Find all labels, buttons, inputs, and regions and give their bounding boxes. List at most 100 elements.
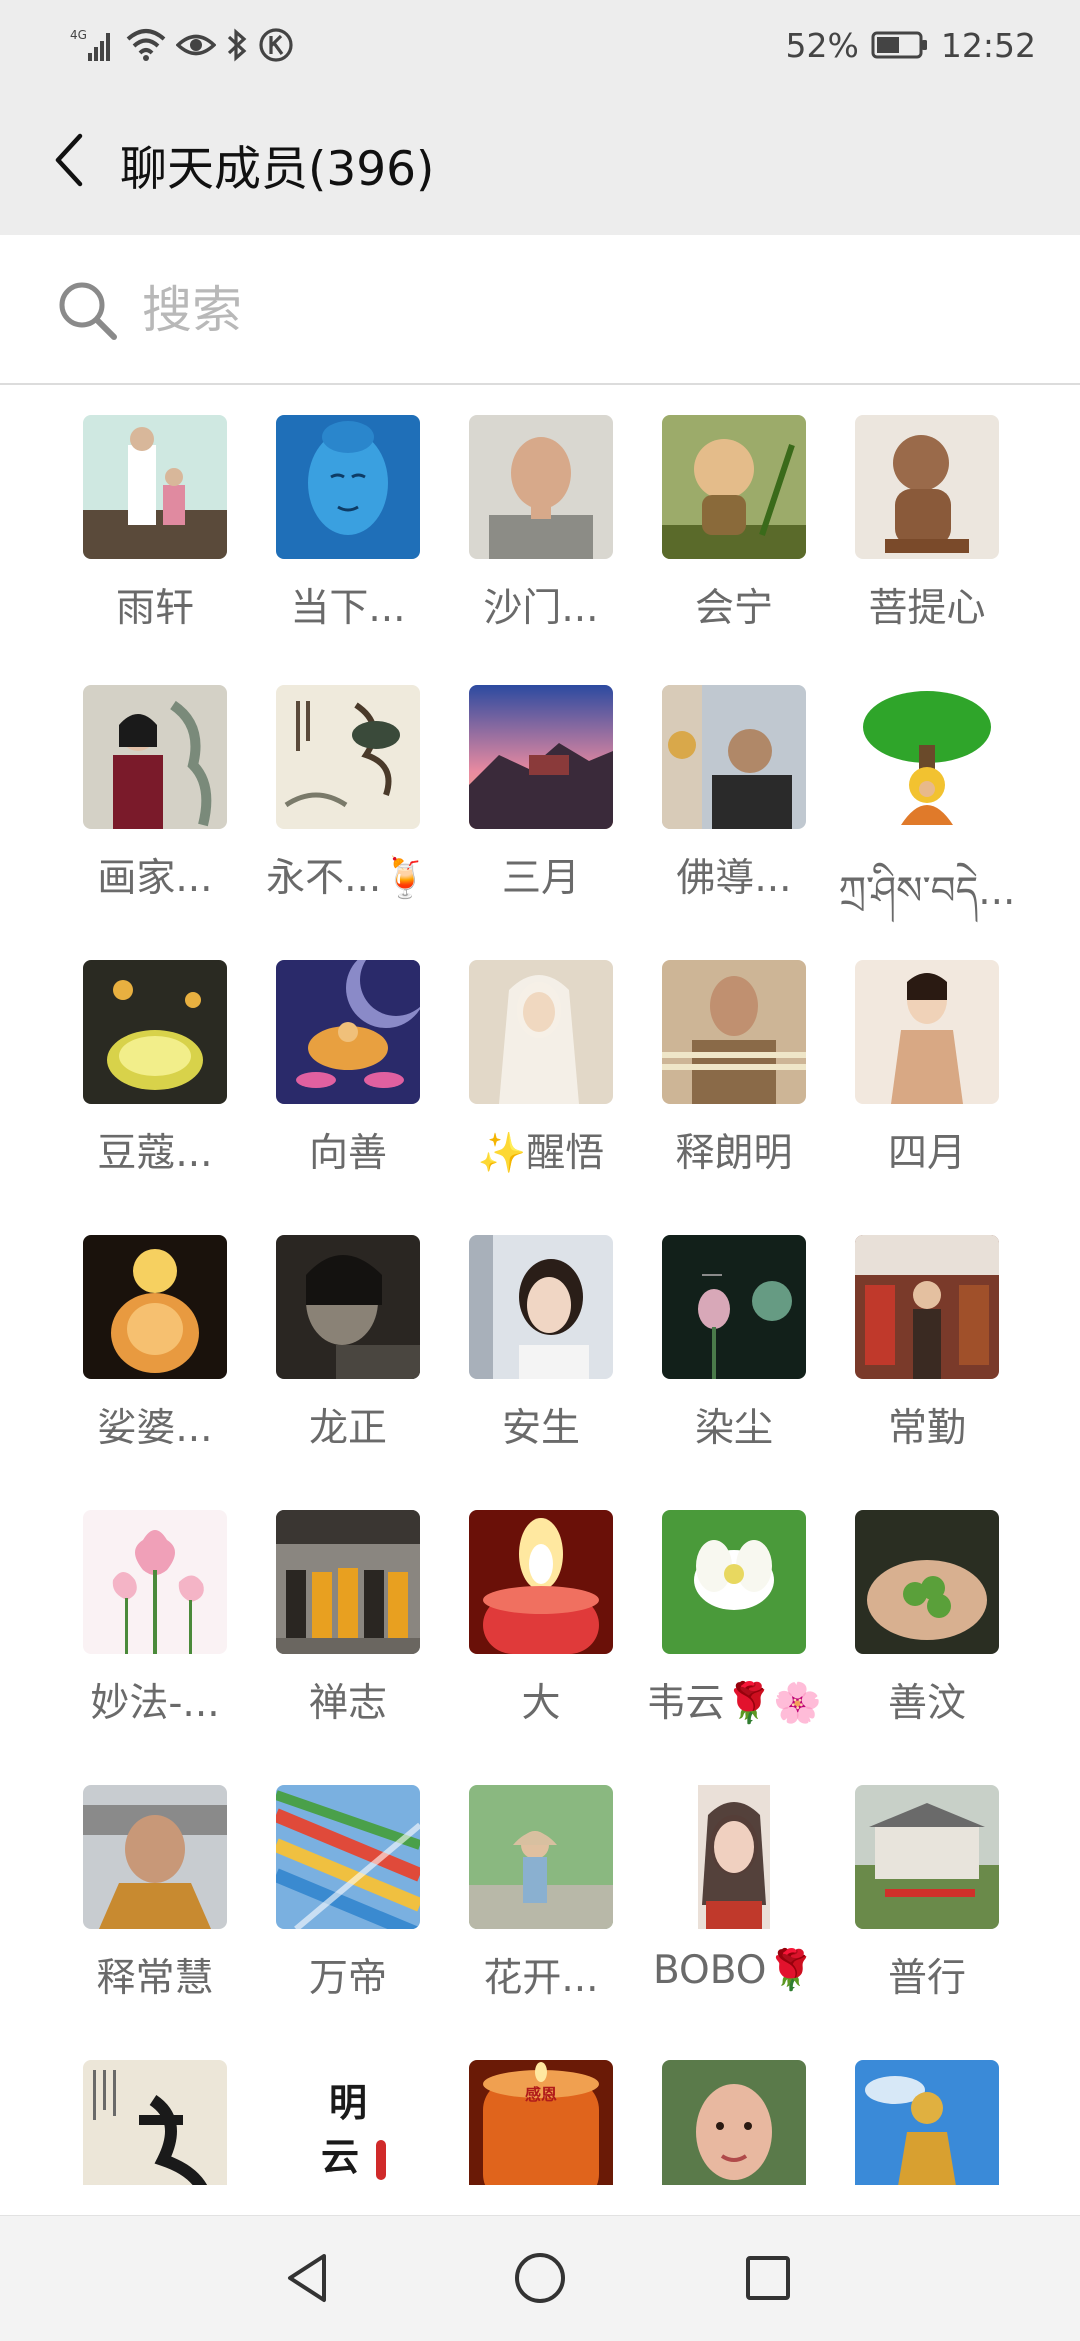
member-item[interactable]: 雨轩: [70, 415, 240, 675]
search-icon: [59, 282, 117, 340]
avatar: 感恩: [469, 2060, 613, 2185]
member-item[interactable]: 善汶: [842, 1510, 1012, 1770]
member-item[interactable]: 普行: [842, 1785, 1012, 2045]
member-name: 雨轩: [115, 586, 194, 631]
member-item[interactable]: 画家...: [70, 685, 240, 945]
member-name: BOBO🌹: [652, 1948, 816, 1993]
member-grid: 雨轩 当下... 沙门... 会宁 菩提心 画家... 永不...�: [0, 385, 1080, 2185]
avatar: [276, 1235, 420, 1379]
avatar: [276, 1510, 420, 1654]
page-title: 聊天成员(396): [120, 142, 435, 197]
member-item[interactable]: 释常慧: [70, 1785, 240, 2045]
member-item[interactable]: 染尘: [649, 1235, 819, 1495]
member-item[interactable]: BOBO🌹: [649, 1785, 819, 2045]
member-item[interactable]: 娑婆...: [70, 1235, 240, 1495]
clock: 12:52: [940, 25, 1036, 65]
member-name: 豆蔻...: [97, 1131, 213, 1176]
member-item[interactable]: ✨醒悟: [456, 960, 626, 1220]
avatar: [662, 685, 806, 829]
member-name: 沙门...: [483, 586, 599, 631]
member-item[interactable]: 菩提心: [842, 415, 1012, 675]
member-name: 向善: [308, 1131, 387, 1176]
member-name: 会宁: [694, 586, 773, 631]
member-name: 佛導...: [676, 856, 792, 901]
avatar: [662, 1510, 806, 1654]
search-input[interactable]: [140, 269, 1024, 351]
avatar: [469, 415, 613, 559]
avatar: [469, 685, 613, 829]
nav-home-button[interactable]: [500, 2238, 580, 2318]
avatar: [855, 960, 999, 1104]
member-item[interactable]: 三月: [456, 685, 626, 945]
member-name: 三月: [501, 856, 580, 901]
member-item[interactable]: [649, 2060, 819, 2185]
member-item[interactable]: 常勤: [842, 1235, 1012, 1495]
chevron-left-icon: [55, 133, 83, 187]
member-item[interactable]: 释朗明: [649, 960, 819, 1220]
member-item[interactable]: 大: [456, 1510, 626, 1770]
wifi-icon: [126, 25, 166, 65]
avatar-text-ming: 明: [329, 2080, 367, 2125]
member-name: 娑婆...: [97, 1406, 213, 1451]
member-item[interactable]: 安生: [456, 1235, 626, 1495]
member-name: 禅志: [308, 1681, 387, 1726]
member-item[interactable]: 禅志: [263, 1510, 433, 1770]
avatar: [469, 1510, 613, 1654]
member-name: 四月: [887, 1131, 966, 1176]
avatar: [855, 1510, 999, 1654]
member-name: ✨醒悟: [477, 1131, 605, 1176]
member-name: 大: [521, 1681, 561, 1726]
member-item[interactable]: 花开...: [456, 1785, 626, 2045]
status-bar: 4G 52% 12:52: [0, 0, 1080, 90]
member-item[interactable]: [842, 2060, 1012, 2185]
signal-icon: 4G: [70, 25, 116, 65]
member-item[interactable]: 会宁: [649, 415, 819, 675]
avatar: [469, 960, 613, 1104]
avatar: [469, 1235, 613, 1379]
member-item[interactable]: 感恩: [456, 2060, 626, 2185]
avatar: [855, 685, 999, 829]
avatar: [276, 1785, 420, 1929]
avatar: [83, 1235, 227, 1379]
member-name: 释常慧: [96, 1956, 214, 2001]
eye-icon: [176, 25, 216, 65]
member-item[interactable]: 向善: [263, 960, 433, 1220]
avatar: [662, 1785, 806, 1929]
member-item[interactable]: 四月: [842, 960, 1012, 1220]
member-item[interactable]: 永不...🍹: [263, 685, 433, 945]
member-item[interactable]: 豆蔻...: [70, 960, 240, 1220]
member-item[interactable]: 沙门...: [456, 415, 626, 675]
header: 聊天成员(396): [0, 90, 1080, 235]
back-triangle-icon: [288, 2254, 326, 2302]
member-name: 常勤: [887, 1406, 966, 1451]
member-name: 画家...: [97, 856, 213, 901]
avatar: [83, 2060, 227, 2185]
member-item[interactable]: [70, 2060, 240, 2185]
member-item[interactable]: 万帝: [263, 1785, 433, 2045]
member-item[interactable]: ཀྲ་ཤིས་བདེ...: [839, 685, 1015, 945]
nav-back-button[interactable]: [268, 2238, 348, 2318]
member-item[interactable]: 佛導...: [649, 685, 819, 945]
avatar: [83, 1510, 227, 1654]
member-name: ཀྲ་ཤིས་བདེ...: [838, 869, 1016, 914]
avatar: [662, 415, 806, 559]
avatar: [83, 685, 227, 829]
search-bar[interactable]: [0, 235, 1080, 385]
member-item[interactable]: 龙正: [263, 1235, 433, 1495]
back-button[interactable]: [30, 120, 110, 200]
member-name: 安生: [501, 1406, 580, 1451]
member-item[interactable]: 当下...: [263, 415, 433, 675]
avatar: [662, 960, 806, 1104]
member-item[interactable]: 明云: [263, 2060, 433, 2185]
member-item[interactable]: 妙法-...: [70, 1510, 240, 1770]
nav-recents-button[interactable]: [728, 2238, 808, 2318]
member-name: 花开...: [483, 1956, 599, 2001]
recents-square-icon: [746, 2256, 790, 2300]
member-item[interactable]: 韦云🌹🌸: [646, 1510, 822, 1770]
avatar: [83, 960, 227, 1104]
member-name: 万帝: [308, 1956, 387, 2001]
bluetooth-icon: [226, 25, 248, 65]
member-name: 菩提心: [868, 586, 986, 631]
avatar: [83, 1785, 227, 1929]
avatar: [855, 1785, 999, 1929]
